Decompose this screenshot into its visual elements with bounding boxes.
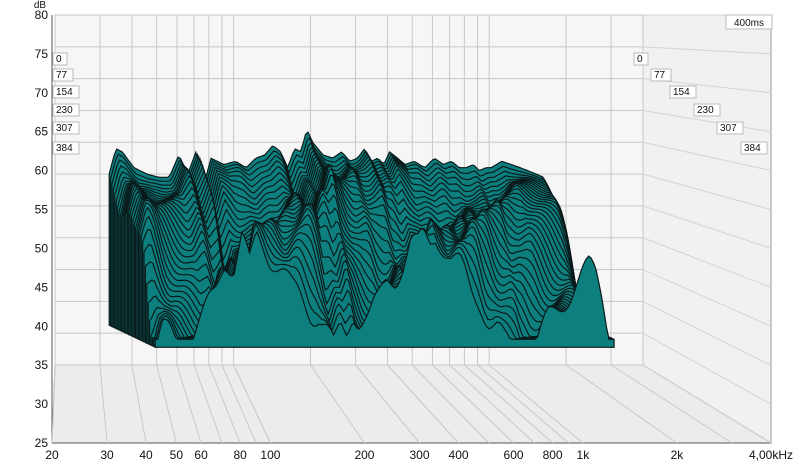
svg-text:384: 384 bbox=[744, 143, 761, 154]
y-tick-label: 70 bbox=[35, 86, 49, 100]
time-tick-left: 0 bbox=[52, 52, 68, 66]
x-tick-label: 800 bbox=[543, 448, 563, 462]
svg-text:230: 230 bbox=[56, 105, 73, 116]
time-tick-right: 307 bbox=[716, 121, 744, 135]
svg-text:307: 307 bbox=[720, 123, 737, 134]
svg-text:400ms: 400ms bbox=[734, 18, 764, 29]
svg-text:154: 154 bbox=[673, 87, 690, 98]
y-tick-label: 30 bbox=[35, 397, 49, 411]
time-tick-left: 230 bbox=[52, 103, 80, 117]
y-tick-label: 40 bbox=[35, 319, 49, 333]
y-tick-label: 50 bbox=[35, 241, 49, 255]
x-tick-label: 400 bbox=[449, 448, 469, 462]
time-range-label: 400ms bbox=[725, 14, 773, 30]
time-tick-left: 77 bbox=[52, 68, 74, 82]
time-tick-left: 384 bbox=[52, 141, 80, 155]
x-tick-label: 30 bbox=[100, 448, 114, 462]
svg-text:154: 154 bbox=[56, 87, 73, 98]
x-tick-label: 4,00kHz bbox=[749, 448, 793, 462]
time-tick-right: 230 bbox=[693, 103, 721, 117]
x-tick-label: 40 bbox=[139, 448, 153, 462]
y-tick-label: 55 bbox=[35, 203, 49, 217]
x-tick-label: 200 bbox=[354, 448, 374, 462]
time-tick-right: 0 bbox=[633, 52, 649, 66]
y-axis-label: dB bbox=[34, 0, 47, 11]
svg-text:384: 384 bbox=[56, 143, 73, 154]
x-tick-label: 50 bbox=[170, 448, 184, 462]
time-tick-left: 307 bbox=[52, 121, 80, 135]
svg-text:77: 77 bbox=[56, 70, 68, 81]
y-tick-label: 75 bbox=[35, 47, 49, 61]
x-tick-label: 80 bbox=[233, 448, 247, 462]
x-tick-label: 20 bbox=[45, 448, 59, 462]
waterfall-chart: 807570656055504540353025dB20 30 40 50 60 80 10… bbox=[34, 0, 793, 462]
svg-text:307: 307 bbox=[56, 123, 73, 134]
x-tick-label: 100 bbox=[260, 448, 280, 462]
svg-text:0: 0 bbox=[56, 54, 62, 65]
svg-text:77: 77 bbox=[654, 70, 666, 81]
time-tick-right: 154 bbox=[669, 85, 697, 99]
y-tick-label: 35 bbox=[35, 358, 49, 372]
time-tick-right: 384 bbox=[740, 141, 768, 155]
y-tick-label: 65 bbox=[35, 125, 49, 139]
x-tick-label: 600 bbox=[504, 448, 524, 462]
svg-text:0: 0 bbox=[637, 54, 643, 65]
y-tick-label: 60 bbox=[35, 164, 49, 178]
x-tick-label: 60 bbox=[194, 448, 208, 462]
x-tick-label: 300 bbox=[409, 448, 429, 462]
x-tick-label: 2k bbox=[671, 448, 685, 462]
svg-text:230: 230 bbox=[697, 105, 714, 116]
time-tick-right: 77 bbox=[650, 68, 672, 82]
y-tick-label: 45 bbox=[35, 280, 49, 294]
x-tick-label: 1k bbox=[577, 448, 591, 462]
time-tick-left: 154 bbox=[52, 85, 80, 99]
